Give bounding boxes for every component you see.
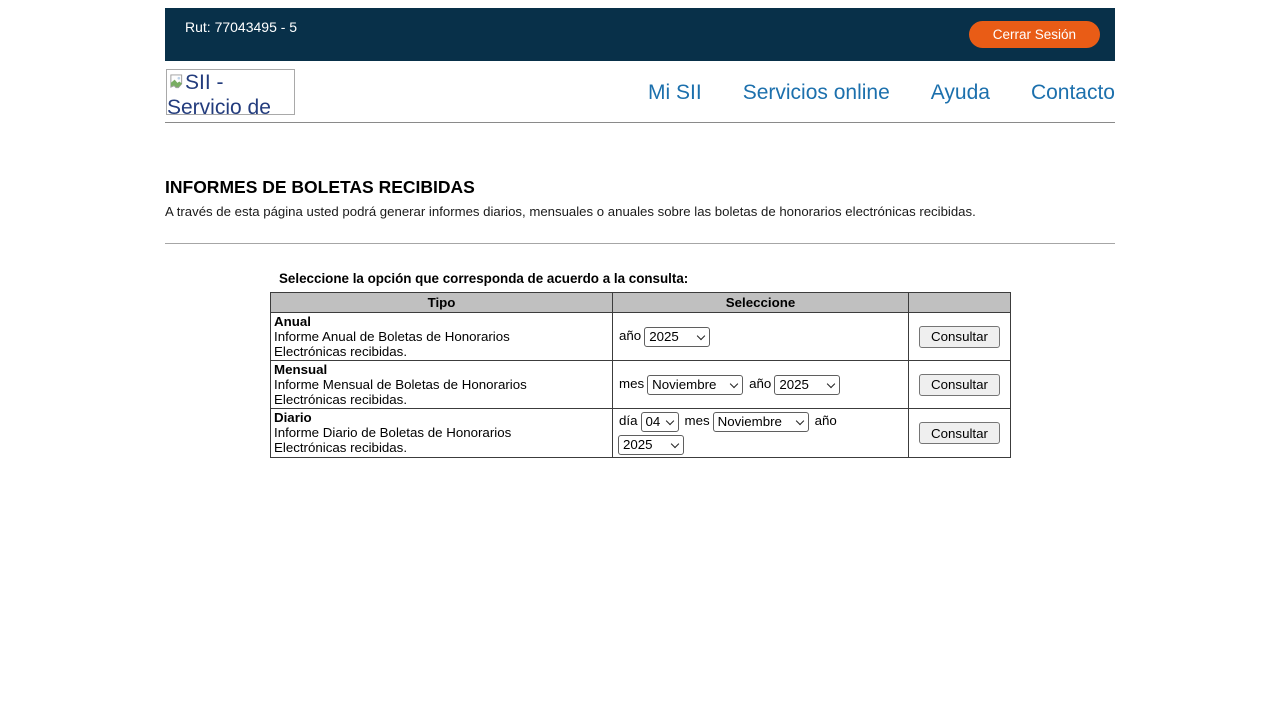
anual-year-select[interactable]: 2025 (644, 327, 710, 347)
nav-ayuda[interactable]: Ayuda (931, 81, 990, 105)
rut-label: Rut: 77043495 - 5 (185, 19, 297, 35)
table-row-anual: Anual Informe Anual de Boletas de Honora… (271, 313, 1011, 361)
mensual-year-select[interactable]: 2025 (774, 375, 840, 395)
table-row-mensual: Mensual Informe Mensual de Boletas de Ho… (271, 361, 1011, 409)
header-tipo: Tipo (271, 293, 613, 313)
page-container: Rut: 77043495 - 5 Cerrar Sesión SII - Se… (165, 8, 1115, 458)
diario-year-select[interactable]: 2025 (618, 435, 684, 455)
diario-consultar-button[interactable]: Consultar (919, 422, 1000, 444)
mensual-description: Informe Mensual de Boletas de Honorarios… (274, 377, 556, 407)
mensual-consultar-button[interactable]: Consultar (919, 374, 1000, 396)
section-divider (165, 243, 1115, 244)
page-title: INFORMES DE BOLETAS RECIBIDAS (165, 177, 1115, 198)
diario-day-label: día (619, 413, 638, 428)
broken-image-icon (169, 70, 184, 95)
consulta-section: Seleccione la opción que corresponda de … (270, 271, 1010, 458)
site-header: SII - Servicio de Mi SII Servicios onlin… (165, 61, 1115, 123)
mensual-year-label: año (749, 376, 771, 391)
diario-month-label: mes (685, 413, 710, 428)
nav-contacto[interactable]: Contacto (1031, 81, 1115, 105)
nav-servicios-online[interactable]: Servicios online (743, 81, 890, 105)
anual-consultar-button[interactable]: Consultar (919, 326, 1000, 348)
logo-alt-text: SII - Servicio de (167, 71, 271, 115)
diario-month-select[interactable]: Noviembre (713, 412, 809, 432)
diario-description: Informe Diario de Boletas de Honorarios … (274, 425, 556, 455)
sii-logo[interactable]: SII - Servicio de (166, 69, 295, 115)
header-seleccione: Seleccione (613, 293, 909, 313)
diario-year-label: año (815, 413, 837, 428)
header-empty (909, 293, 1011, 313)
nav-mi-sii[interactable]: Mi SII (648, 81, 702, 105)
diario-day-select[interactable]: 04 (641, 412, 679, 432)
diario-title: Diario (274, 410, 609, 425)
mensual-month-label: mes (619, 376, 644, 391)
mensual-title: Mensual (274, 362, 609, 377)
mensual-month-select[interactable]: Noviembre (647, 375, 743, 395)
anual-year-label: año (619, 328, 641, 343)
session-topbar: Rut: 77043495 - 5 Cerrar Sesión (165, 8, 1115, 61)
anual-title: Anual (274, 314, 609, 329)
anual-description: Informe Anual de Boletas de Honorarios E… (274, 329, 556, 359)
page-description: A través de esta página usted podrá gene… (165, 204, 1115, 219)
consulta-prompt: Seleccione la opción que corresponda de … (270, 271, 1010, 286)
consulta-table: Tipo Seleccione Anual Informe Anual de B… (270, 292, 1011, 458)
table-row-diario: Diario Informe Diario de Boletas de Hono… (271, 409, 1011, 458)
table-header-row: Tipo Seleccione (271, 293, 1011, 313)
logout-button[interactable]: Cerrar Sesión (969, 21, 1100, 48)
main-nav: Mi SII Servicios online Ayuda Contacto (648, 81, 1115, 105)
